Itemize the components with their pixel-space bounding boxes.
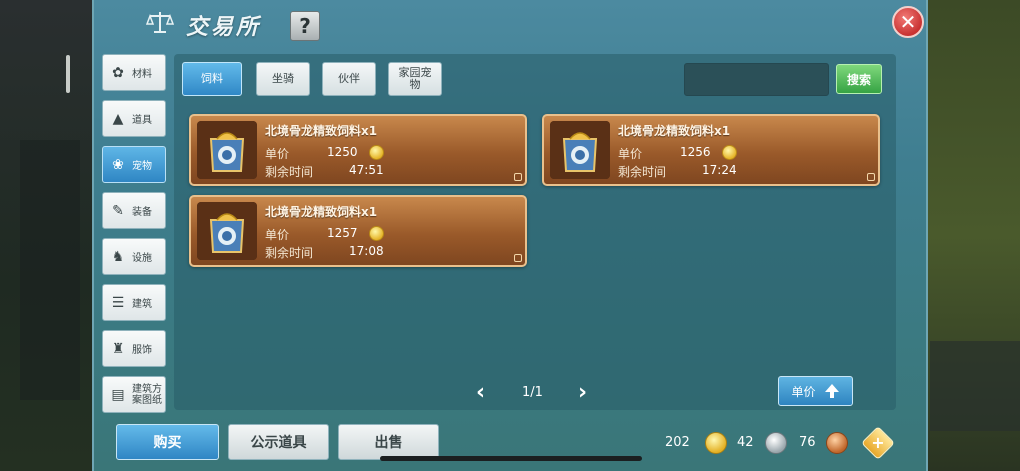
next-page-button[interactable]: › xyxy=(578,380,587,405)
corner-mark-icon xyxy=(867,173,875,181)
blueprint-icon: ▤ xyxy=(111,386,125,403)
silver-amount: 42 xyxy=(737,435,754,450)
time-label: 剩余时间 xyxy=(265,165,314,179)
sidebar-item-label-line1: 建筑方 xyxy=(132,383,162,395)
copper-amount: 76 xyxy=(799,435,816,450)
corner-mark-icon xyxy=(514,173,522,181)
prev-page-button[interactable]: ‹ xyxy=(476,380,485,405)
sidebar-item-clothing[interactable]: ♜ 服饰 xyxy=(102,330,166,367)
price-label: 单价 xyxy=(265,228,290,242)
tab-home-pet[interactable]: 家园宠 物 xyxy=(388,62,442,96)
sidebar-item-label: 设施 xyxy=(132,253,152,264)
sidebar-item-facility[interactable]: ♞ 设施 xyxy=(102,238,166,275)
time-value: 47:51 xyxy=(349,163,384,177)
scroll-indicator xyxy=(66,55,70,93)
gold-amount: 202 xyxy=(665,435,690,450)
search-button[interactable]: 搜索 xyxy=(836,64,882,94)
clothing-icon: ♜ xyxy=(111,340,125,357)
sidebar-item-label: 宠物 xyxy=(132,161,152,172)
copper-coin-icon xyxy=(826,432,848,454)
gold-coin-icon xyxy=(369,226,384,241)
tab-partner[interactable]: 伙伴 xyxy=(322,62,376,96)
sort-price-button[interactable]: 单价 xyxy=(778,376,853,406)
sidebar-item-label: 服饰 xyxy=(132,345,152,356)
sidebar-item-items[interactable]: ▲ 道具 xyxy=(102,100,166,137)
time-value: 17:08 xyxy=(349,244,384,258)
feed-bag-icon xyxy=(550,121,610,179)
sidebar-item-blueprint[interactable]: ▤ 建筑方 案图纸 xyxy=(102,376,166,413)
sell-button[interactable]: 出售 xyxy=(338,424,439,460)
materials-icon: ✿ xyxy=(112,64,124,81)
exchange-panel: 交易所 ? ✕ ✿ 材料 ▲ 道具 ❀ 宠物 ✎ 装备 ♞ 设施 ☰ 建筑 ♜ … xyxy=(92,0,928,471)
sidebar-item-label: 装备 xyxy=(132,207,152,218)
add-currency-button[interactable]: + xyxy=(861,426,895,460)
item-name: 北境骨龙精致饲料x1 xyxy=(618,124,731,138)
game-world-right xyxy=(925,0,1020,471)
page-indicator: 1/1 xyxy=(522,385,543,400)
gold-coin-icon xyxy=(705,432,727,454)
price-value: 1250 xyxy=(327,145,358,159)
listing-card[interactable]: 北境骨龙精致饲料x1 单价 1256 剩余时间 17:24 xyxy=(542,114,880,186)
public-items-button[interactable]: 公示道具 xyxy=(228,424,329,460)
sidebar-item-equipment[interactable]: ✎ 装备 xyxy=(102,192,166,229)
tab-label-line2: 物 xyxy=(409,78,421,91)
gold-coin-icon xyxy=(369,145,384,160)
home-indicator[interactable] xyxy=(380,456,642,461)
sidebar-item-label: 道具 xyxy=(132,115,152,126)
search-input[interactable] xyxy=(684,63,829,96)
plus-icon: + xyxy=(871,433,885,452)
listing-card[interactable]: 北境骨龙精致饲料x1 单价 1257 剩余时间 17:08 xyxy=(189,195,527,267)
tab-label: 家园宠 物 xyxy=(399,67,432,91)
game-world-left xyxy=(0,0,95,471)
sidebar-item-pets[interactable]: ❀ 宠物 xyxy=(102,146,166,183)
equipment-icon: ✎ xyxy=(112,202,124,219)
scale-icon xyxy=(146,12,174,33)
price-value: 1256 xyxy=(680,145,711,159)
sidebar-item-label: 建筑方 案图纸 xyxy=(132,384,162,406)
price-value: 1257 xyxy=(327,226,358,240)
time-label: 剩余时间 xyxy=(265,246,314,260)
listing-card[interactable]: 北境骨龙精致饲料x1 单价 1250 剩余时间 47:51 xyxy=(189,114,527,186)
facility-icon: ♞ xyxy=(111,248,125,265)
sort-label: 单价 xyxy=(791,384,816,399)
price-label: 单价 xyxy=(618,147,643,161)
help-button[interactable]: ? xyxy=(290,11,320,41)
tab-mount[interactable]: 坐骑 xyxy=(256,62,310,96)
time-label: 剩余时间 xyxy=(618,165,667,179)
building-icon: ☰ xyxy=(111,294,125,311)
sidebar-item-label-line2: 案图纸 xyxy=(132,394,162,406)
silver-coin-icon xyxy=(765,432,787,454)
corner-mark-icon xyxy=(514,254,522,262)
title-bar: 交易所 ? ✕ xyxy=(94,0,930,48)
price-label: 单价 xyxy=(265,147,290,161)
close-button[interactable]: ✕ xyxy=(892,6,924,38)
tab-feed[interactable]: 饲料 xyxy=(182,62,242,96)
item-name: 北境骨龙精致饲料x1 xyxy=(265,124,378,138)
feed-bag-icon xyxy=(197,202,257,260)
time-value: 17:24 xyxy=(702,163,737,177)
sidebar-item-label: 建筑 xyxy=(132,299,152,310)
items-icon: ▲ xyxy=(112,110,124,127)
item-name: 北境骨龙精致饲料x1 xyxy=(265,205,378,219)
sidebar-item-label: 材料 xyxy=(132,69,152,80)
buy-button[interactable]: 购买 xyxy=(116,424,219,460)
feed-bag-icon xyxy=(197,121,257,179)
sidebar-item-building[interactable]: ☰ 建筑 xyxy=(102,284,166,321)
sidebar-item-materials[interactable]: ✿ 材料 xyxy=(102,54,166,91)
page-title: 交易所 xyxy=(186,15,262,40)
gold-coin-icon xyxy=(722,145,737,160)
sort-arrow-icon xyxy=(824,384,839,398)
paw-icon: ❀ xyxy=(112,156,124,173)
